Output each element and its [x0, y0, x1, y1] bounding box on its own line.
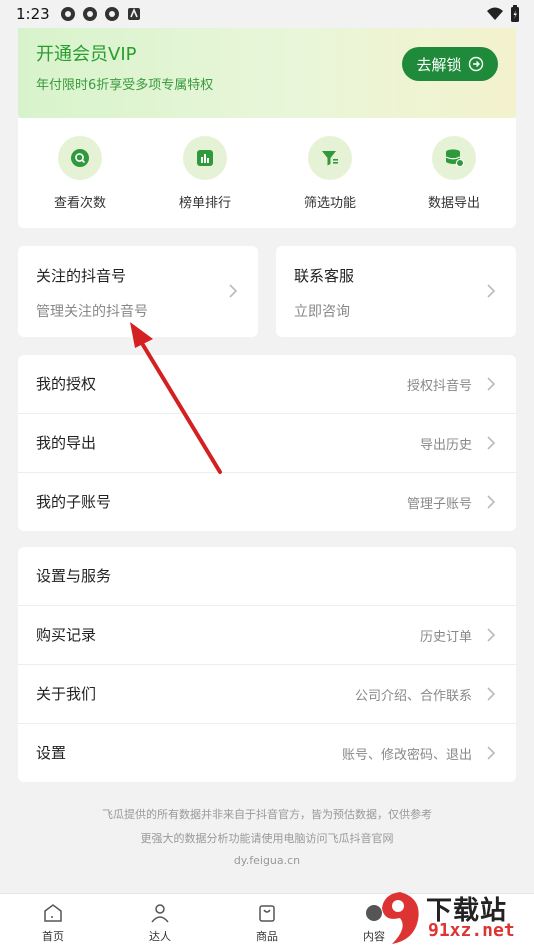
list-item-settings[interactable]: 设置 账号、修改密码、退出 [18, 724, 516, 782]
quick-item-filter[interactable]: 筛选功能 [280, 136, 380, 211]
quick-actions: 查看次数 榜单排行 筛选功能 数据导出 [18, 118, 516, 228]
unlock-button-label: 去解锁 [416, 55, 462, 74]
tab-influencers[interactable]: 达人 [120, 902, 200, 944]
chevron-right-icon [487, 436, 496, 450]
row-label: 关于我们 [36, 685, 97, 703]
card-title: 联系客服 [294, 267, 355, 285]
arrow-right-circle-icon [468, 56, 483, 72]
quick-item-label: 数据导出 [427, 196, 480, 211]
row-label: 设置 [36, 744, 67, 762]
followed-accounts-card[interactable]: 关注的抖音号 管理关注的抖音号 [18, 246, 258, 337]
site-watermark-logo: 下载站 91xz.net [374, 888, 534, 950]
row-value: 授权抖音号 [406, 379, 472, 394]
wifi-icon [487, 7, 503, 20]
search-icon [58, 136, 102, 180]
chevron-right-icon [487, 746, 496, 760]
bar-chart-icon [183, 136, 227, 180]
bag-icon [259, 905, 275, 922]
tab-products[interactable]: 商品 [227, 902, 307, 944]
quick-item-label: 筛选功能 [303, 196, 356, 211]
status-time: 1:23 [16, 5, 50, 23]
row-label: 我的授权 [36, 375, 97, 393]
system-icons [486, 5, 520, 23]
app-notification-icon [61, 7, 75, 21]
website-link[interactable]: dy.feigua.cn [0, 854, 534, 867]
vip-subtitle: 年付限时6折享受多项专属特权 [36, 78, 214, 93]
chevron-right-icon [487, 495, 496, 509]
quick-item-label: 榜单排行 [178, 196, 231, 211]
card-title: 关注的抖音号 [36, 267, 127, 285]
chevron-right-icon [487, 377, 496, 391]
vip-banner[interactable]: 开通会员VIP 年付限时6折享受多项专属特权 去解锁 [18, 28, 516, 118]
quick-item-label: 查看次数 [53, 196, 106, 211]
quick-item-ranking[interactable]: 榜单排行 [155, 136, 255, 211]
database-export-icon [432, 136, 476, 180]
quick-item-view-count[interactable]: 查看次数 [30, 136, 130, 211]
chevron-right-icon [229, 284, 238, 298]
list-item-authorization[interactable]: 我的授权 授权抖音号 [18, 355, 516, 414]
filter-icon [308, 136, 352, 180]
chevron-right-icon [487, 628, 496, 642]
tab-label: 达人 [149, 930, 171, 943]
card-subtitle: 管理关注的抖音号 [36, 304, 148, 320]
status-bar: 1:23 [0, 0, 534, 28]
list-item-about-us[interactable]: 关于我们 公司介绍、合作联系 [18, 665, 516, 724]
vip-title: 开通会员VIP [36, 44, 137, 65]
home-icon [44, 904, 62, 922]
web-hint-text: 更强大的数据分析功能请使用电脑访问飞瓜抖音官网 [140, 832, 394, 845]
customer-service-card[interactable]: 联系客服 立即咨询 [276, 246, 516, 337]
service-header: 设置与服务 [18, 547, 516, 606]
person-icon [151, 904, 169, 923]
chevron-right-icon [487, 687, 496, 701]
tab-home[interactable]: 首页 [13, 902, 93, 944]
row-value: 管理子账号 [406, 497, 472, 512]
watermark-url: 91xz.net [428, 920, 515, 941]
row-label: 我的导出 [36, 434, 97, 452]
list-item-purchase-records[interactable]: 购买记录 历史订单 [18, 606, 516, 665]
list-item-sub-accounts[interactable]: 我的子账号 管理子账号 [18, 473, 516, 531]
list-item-exports[interactable]: 我的导出 导出历史 [18, 414, 516, 473]
battery-icon [511, 5, 519, 22]
chevron-right-icon [487, 284, 496, 298]
row-value: 历史订单 [419, 630, 472, 645]
row-value: 公司介绍、合作联系 [354, 689, 472, 704]
section-title: 设置与服务 [36, 567, 112, 585]
unlock-button[interactable]: 去解锁 [402, 47, 498, 81]
keyboard-notification-icon [128, 7, 140, 20]
tab-label: 首页 [42, 930, 64, 943]
quick-item-export[interactable]: 数据导出 [404, 136, 504, 211]
card-subtitle: 立即咨询 [294, 304, 350, 320]
app-notification-icon [105, 7, 119, 21]
notification-icons [60, 6, 142, 22]
row-value: 导出历史 [419, 438, 472, 453]
app-notification-icon [83, 7, 97, 21]
row-value: 账号、修改密码、退出 [341, 748, 472, 763]
row-label: 我的子账号 [36, 493, 112, 511]
logo-mark-icon [382, 892, 419, 944]
tab-label: 商品 [256, 930, 278, 943]
account-list: 我的授权 授权抖音号 我的导出 导出历史 我的子账号 管理子账号 [18, 355, 516, 531]
disclaimer-text: 飞瓜提供的所有数据并非来自于抖音官方，皆为预估数据，仅供参考 [102, 808, 432, 821]
service-list: 设置与服务 购买记录 历史订单 关于我们 公司介绍、合作联系 设置 账号、修改密… [18, 547, 516, 782]
row-label: 购买记录 [36, 626, 97, 644]
